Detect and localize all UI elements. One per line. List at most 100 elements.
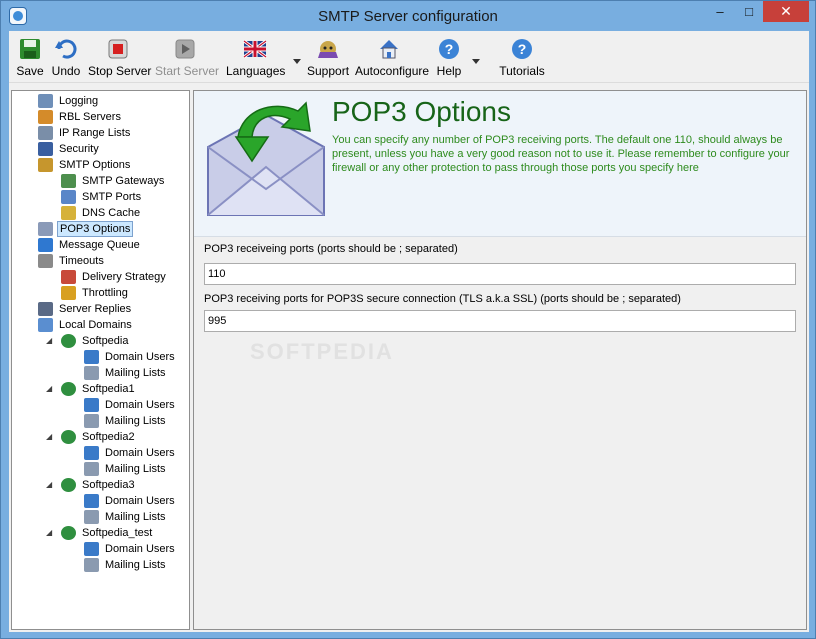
pop3-ports-input[interactable]: 110 [204,263,796,285]
globe-icon [61,478,76,492]
tree-item-label: POP3 Options [57,221,134,237]
stop-icon [108,39,128,59]
queue-icon [38,238,53,252]
dns-cache-icon [61,206,76,220]
play-icon [175,39,195,59]
globe-icon [61,430,76,444]
tree-item-label: DNS Cache [82,207,141,219]
tree-item-label: Throttling [82,287,128,299]
languages-button[interactable]: Languages [226,37,285,81]
pop3-icon [38,222,53,236]
users-icon [84,446,99,460]
ports-icon [61,190,76,204]
tree-item-label: Softpedia3 [82,479,135,491]
log-icon [38,94,53,108]
list-icon [84,414,99,428]
tree-item-label: Mailing Lists [105,559,166,571]
tree-item-label: Softpedia [82,335,129,347]
list-icon [84,510,99,524]
tree-item-label: Softpedia_test [82,527,153,539]
tree-item-label: Delivery Strategy [82,271,166,283]
tree-expander-icon[interactable]: ◢ [46,433,54,441]
autoconfigure-button[interactable]: Autoconfigure [355,37,429,81]
pop3s-ports-input[interactable]: 995 [204,310,796,332]
tree-item-label: Timeouts [59,255,104,267]
list-icon [84,366,99,380]
tree-item-label: Mailing Lists [105,415,166,427]
server-icon [38,302,53,316]
globe-icon [61,334,76,348]
timeouts-icon [38,254,53,268]
undo-icon [55,39,77,59]
tree-item-label: Domain Users [105,495,175,507]
tree-item-label: Mailing Lists [105,511,166,523]
watermark: SOFTPEDIA [250,339,394,364]
tutorials-button[interactable]: ? Tutorials [499,37,545,81]
help-button[interactable]: ? Help [434,37,464,81]
save-icon [20,39,40,59]
tree-item-label: SMTP Gateways [82,175,165,187]
title-bar[interactable]: SMTP Server configuration – □ ✕ [1,1,815,31]
tree-expander-icon[interactable]: ◢ [46,529,54,537]
client-area: Save Undo Stop Server Start Server Langu… [9,31,809,632]
tree-item-label: Domain Users [105,447,175,459]
pop3s-ports-label: POP3 receiving ports for POP3S secure co… [204,293,681,305]
support-icon [318,41,338,58]
start-server-button[interactable]: Start Server [155,37,219,81]
languages-dropdown-arrow[interactable] [293,59,301,64]
tree-expander-icon[interactable]: ◢ [46,385,54,393]
tree-expander-icon[interactable]: ◢ [46,337,54,345]
tree-item-label: Softpedia1 [82,383,135,395]
svg-text:?: ? [445,41,454,57]
tree-item-label: Local Domains [59,319,132,331]
globe-icon [61,382,76,396]
close-button[interactable]: ✕ [763,1,809,22]
security-icon [38,142,53,156]
support-button[interactable]: Support [307,37,349,81]
help-icon: ? [439,39,459,59]
tree-item-label: Softpedia2 [82,431,135,443]
house-icon [380,40,398,59]
pop3-options-panel: POP3 Options You can specify any number … [193,90,807,630]
tree-item-label: Domain Users [105,351,175,363]
list-icon [84,462,99,476]
tree-item-label: IP Range Lists [59,127,131,139]
help-icon: ? [512,39,532,59]
envelope-download-icon [207,101,325,216]
traffic-light-icon [61,286,76,300]
rbl-icon [38,110,53,124]
undo-button[interactable]: Undo [49,37,83,81]
flag-uk-icon [243,39,267,59]
globe-icon [61,526,76,540]
users-icon [84,350,99,364]
tree-item-label: RBL Servers [59,111,121,123]
maximize-button[interactable]: □ [736,2,762,22]
save-button[interactable]: Save [15,37,45,81]
svg-text:?: ? [518,41,527,57]
page-description: You can specify any number of POP3 recei… [332,134,790,174]
stop-server-button[interactable]: Stop Server [88,37,151,81]
users-icon [84,494,99,508]
tree-item-label: Server Replies [59,303,132,315]
help-dropdown-arrow[interactable] [472,59,480,64]
main-window: SMTP Server configuration – □ ✕ Save Und… [0,0,816,639]
ip-list-icon [38,126,53,140]
minimize-button[interactable]: – [707,2,733,22]
domains-icon [38,318,53,332]
tree-item-label: SMTP Ports [82,191,142,203]
pop3-ports-label: POP3 receiveing ports (ports should be ;… [204,243,458,255]
gateway-icon [61,174,76,188]
settings-tree[interactable]: Logging RBL Servers IP Range Lists Security… [11,90,190,630]
toolbar: Save Undo Stop Server Start Server Langu… [9,31,809,83]
window-title: SMTP Server configuration [318,8,498,25]
tree-item-label: Domain Users [105,543,175,555]
tree-expander-icon[interactable]: ◢ [46,481,54,489]
tree-item-label: Logging [59,95,99,107]
tree-item-label: Mailing Lists [105,463,166,475]
tree-item-label: Domain Users [105,399,175,411]
list-icon [84,558,99,572]
calendar-icon [61,270,76,284]
tree-item-label: Message Queue [59,239,140,251]
users-icon [84,398,99,412]
tree-item-label: SMTP Options [59,159,131,171]
